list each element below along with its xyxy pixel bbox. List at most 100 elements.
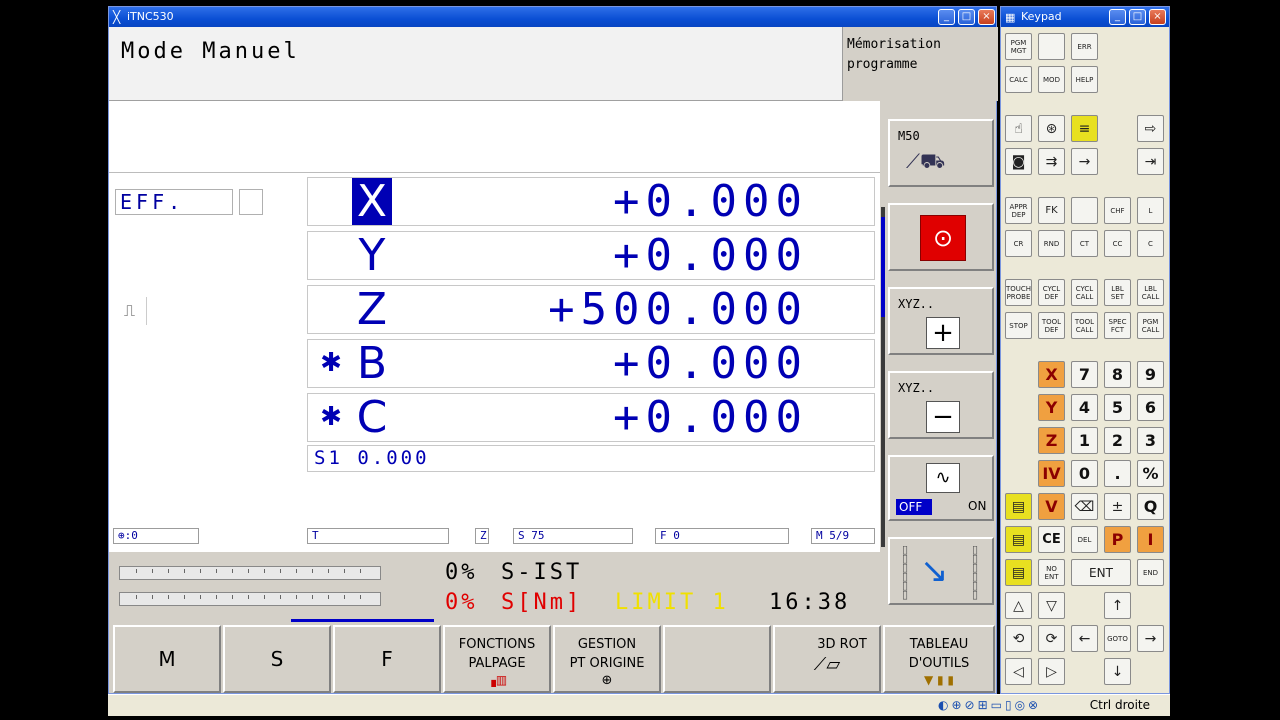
key-5[interactable]: 5 (1104, 394, 1131, 421)
softkey-3d-rot[interactable]: 3D ROT ⟋▱ (773, 625, 881, 693)
key-lbl-call[interactable]: LBL CALL (1137, 279, 1164, 306)
rotate-ccw-icon[interactable]: ⟲ (1005, 625, 1032, 652)
key-lbl-set[interactable]: LBL SET (1104, 279, 1131, 306)
softkey-feed-override[interactable]: ▯ ▯ ▯ ▯ ▯ ▯ ↘ ▯ ▯ ▯ ▯ ▯ ▯ (888, 537, 994, 605)
key-l[interactable]: L (1137, 197, 1164, 224)
arrow-left-icon[interactable]: ← (1071, 625, 1098, 652)
key-tool-call[interactable]: TOOL CALL (1071, 312, 1098, 339)
key-i[interactable]: I (1137, 526, 1164, 553)
maximize-button[interactable]: □ (958, 9, 975, 25)
page-up-icon[interactable]: △ (1005, 592, 1032, 619)
softkey-empty[interactable] (663, 625, 771, 693)
position-mode-label: EFF. (115, 189, 233, 215)
key-pgm-mgt[interactable]: PGM MGT (1005, 33, 1032, 60)
window-titlebar[interactable]: iTNC530 (109, 7, 996, 27)
gauge-tick (280, 595, 281, 599)
softkey-xyz-plus[interactable]: XYZ.. + (888, 287, 994, 355)
softkey-spindle-toggle[interactable]: ⊙ (888, 203, 994, 271)
key-axis-y[interactable]: Y (1038, 394, 1065, 421)
softkey-preset-management[interactable]: GESTION PT ORIGINE ⊕ (553, 625, 661, 693)
arrow-right-icon[interactable]: → (1137, 625, 1164, 652)
backspace-icon[interactable]: ⌫ (1071, 493, 1098, 520)
key-4[interactable]: 4 (1071, 394, 1098, 421)
manual-mode-icon[interactable]: ☝ (1005, 115, 1032, 142)
test-run-icon[interactable]: ⇥ (1137, 148, 1164, 175)
softkey-xyz-minus[interactable]: XYZ.. − (888, 371, 994, 439)
key-9[interactable]: 9 (1137, 361, 1164, 388)
page-down-icon[interactable]: ▽ (1038, 592, 1065, 619)
key-ct[interactable]: CT (1071, 230, 1098, 257)
key-err[interactable]: ERR (1071, 33, 1098, 60)
key-1[interactable]: 1 (1071, 427, 1098, 454)
key-help[interactable]: HELP (1071, 66, 1098, 93)
key-goto[interactable]: GOTO (1104, 625, 1131, 652)
key-no-ent[interactable]: NO ENT (1038, 559, 1065, 586)
key-axis-v[interactable]: V (1038, 493, 1065, 520)
softkey-f[interactable]: F (333, 625, 441, 693)
key-blank[interactable] (1071, 197, 1098, 224)
key-axis-z[interactable]: Z (1038, 427, 1065, 454)
full-sequence-icon[interactable]: ⇉ (1038, 148, 1065, 175)
key-cycl-call[interactable]: CYCL CALL (1071, 279, 1098, 306)
softkey-s[interactable]: S (223, 625, 331, 693)
key-chf[interactable]: CHF (1104, 197, 1131, 224)
key-touch-probe[interactable]: TOUCH PROBE (1005, 279, 1032, 306)
key-0[interactable]: 0 (1071, 460, 1098, 487)
key-appr-dep[interactable]: APPR DEP (1005, 197, 1032, 224)
key-3[interactable]: 3 (1137, 427, 1164, 454)
mdi-mode-icon[interactable]: ≡ (1071, 115, 1098, 142)
arrow-up-icon[interactable]: ↑ (1104, 592, 1131, 619)
key-axis-x[interactable]: X (1038, 361, 1065, 388)
keypad-close-button[interactable]: × (1149, 9, 1166, 25)
softkey-m50[interactable]: M50 ⟋⛟ (888, 119, 994, 187)
key-mod[interactable]: MOD (1038, 66, 1065, 93)
keypad-minimize-button[interactable]: _ (1109, 9, 1126, 25)
key-tool-def[interactable]: TOOL DEF (1038, 312, 1065, 339)
softkey-on-off[interactable]: ∿ OFF ON (888, 455, 994, 521)
keypad-maximize-button[interactable]: □ (1129, 9, 1146, 25)
plus-minus-icon[interactable]: ± (1104, 493, 1131, 520)
key-blank[interactable] (1038, 33, 1065, 60)
key-cc[interactable]: CC (1104, 230, 1131, 257)
program-edit-icon[interactable]: ⇨ (1137, 115, 1164, 142)
key-c[interactable]: C (1137, 230, 1164, 257)
program-run-icon[interactable]: → (1071, 148, 1098, 175)
softkey-m[interactable]: M (113, 625, 221, 693)
rotate-cw-icon[interactable]: ⟳ (1038, 625, 1065, 652)
key-p[interactable]: P (1104, 526, 1131, 553)
minimize-button[interactable]: _ (938, 9, 955, 25)
key-stop[interactable]: STOP (1005, 312, 1032, 339)
key-8[interactable]: 8 (1104, 361, 1131, 388)
arrow-down-icon[interactable]: ↓ (1104, 658, 1131, 685)
page-icon[interactable]: ▤ (1005, 559, 1032, 586)
single-block-icon[interactable]: ◙ (1005, 148, 1032, 175)
softkey-probing-functions[interactable]: FONCTIONS PALPAGE ▗▥ (443, 625, 551, 693)
softkey-label: XYZ.. (898, 297, 935, 311)
key-7[interactable]: 7 (1071, 361, 1098, 388)
key-rnd[interactable]: RND (1038, 230, 1065, 257)
key-cycl-def[interactable]: CYCL DEF (1038, 279, 1065, 306)
key-del[interactable]: DEL (1071, 526, 1098, 553)
key-fk[interactable]: FK (1038, 197, 1065, 224)
key-end[interactable]: END (1137, 559, 1164, 586)
key-dot[interactable]: . (1104, 460, 1131, 487)
handwheel-mode-icon[interactable]: ⊛ (1038, 115, 1065, 142)
insert-icon[interactable]: ▤ (1005, 526, 1032, 553)
softkey-tool-table[interactable]: TABLEAU D'OUTILS ▼ ▮ ▮ (883, 625, 995, 693)
key-percent[interactable]: % (1137, 460, 1164, 487)
key-ent[interactable]: ENT (1071, 559, 1131, 586)
screen-right-icon[interactable]: ▷ (1038, 658, 1065, 685)
key-pgm-call[interactable]: PGM CALL (1137, 312, 1164, 339)
key-cr[interactable]: CR (1005, 230, 1032, 257)
key-calc[interactable]: CALC (1005, 66, 1032, 93)
key-axis-iv[interactable]: IV (1038, 460, 1065, 487)
key-ce[interactable]: CE (1038, 526, 1065, 553)
key-spec-fct[interactable]: SPEC FCT (1104, 312, 1131, 339)
tray-icons[interactable]: ◐⊕⊘⊞▭▯◎⊗ (938, 698, 1041, 712)
key-2[interactable]: 2 (1104, 427, 1131, 454)
screen-left-icon[interactable]: ◁ (1005, 658, 1032, 685)
close-button[interactable]: × (978, 9, 995, 25)
table-icon[interactable]: ▤ (1005, 493, 1032, 520)
key-6[interactable]: 6 (1137, 394, 1164, 421)
key-q[interactable]: Q (1137, 493, 1164, 520)
